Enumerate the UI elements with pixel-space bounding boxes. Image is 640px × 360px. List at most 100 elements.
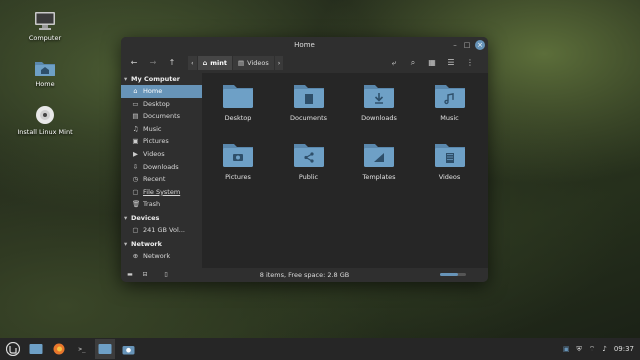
status-text: 8 items, Free space: 2.8 GB — [259, 271, 350, 279]
sidebar-item-label: Desktop — [143, 99, 170, 108]
document-icon: ▤ — [132, 112, 139, 121]
folder-downloads[interactable]: Downloads — [344, 82, 414, 122]
folder-icon — [98, 344, 112, 354]
folder-pictures[interactable]: Pictures — [203, 141, 273, 181]
disc-icon — [36, 106, 54, 124]
clock[interactable]: 09:37 — [614, 345, 634, 353]
folder-videos[interactable]: Videos — [415, 141, 485, 181]
folder-icon — [223, 85, 253, 108]
taskbar-files-button[interactable] — [26, 339, 46, 359]
mint-logo-icon — [6, 342, 20, 356]
sidebar-item-label: File System — [143, 187, 181, 196]
sidebar-item-pictures[interactable]: ▣ Pictures — [121, 135, 202, 148]
taskbar-firefox-button[interactable] — [49, 339, 69, 359]
taskbar-terminal-button[interactable]: >_ — [72, 339, 92, 359]
folder-icon — [29, 344, 43, 354]
home-icon: ⌂ — [133, 87, 138, 95]
sidebar-item-label: Pictures — [143, 137, 169, 146]
network-icon: ⊕ — [132, 251, 139, 260]
sidebar-item-network[interactable]: ⊕ Network — [121, 250, 202, 263]
terminal-icon: >_ — [78, 345, 86, 353]
sidebar-item-241-gb-vol[interactable]: ▢ 241 GB Vol... — [121, 224, 202, 237]
folder-templates[interactable]: Templates — [344, 141, 414, 181]
up-arrow-icon[interactable]: ↑ — [165, 56, 179, 70]
window-titlebar[interactable]: Home – □ × — [121, 37, 488, 53]
sidebar-item-label: Music — [143, 124, 162, 133]
chevron-down-icon: ▾ — [124, 75, 128, 83]
sidebar-item-desktop[interactable]: ▭ Desktop — [121, 98, 202, 111]
breadcrumb: ‹ ⌂ mint ▤ Videos › — [188, 56, 284, 70]
statusbar: ▬ ⊟ ▯ 8 items, Free space: 2.8 GB — [121, 268, 488, 282]
screenshot-tray-icon[interactable]: ▣ — [563, 345, 570, 353]
taskbar: >_ ▣ ⛨ ⌔ ♪ 09:37 — [0, 338, 640, 360]
volume-icon[interactable]: ♪ — [602, 345, 606, 353]
sidebar-item-file-system[interactable]: ▢ File System — [121, 186, 202, 199]
drive-icon: ▢ — [132, 225, 139, 234]
wifi-icon[interactable]: ⌔ — [589, 345, 596, 354]
folder-documents[interactable]: Documents — [274, 82, 344, 122]
folder-label: Pictures — [225, 173, 251, 181]
desktop-icon-computer[interactable]: Computer — [13, 11, 77, 42]
chevron-down-icon: ▾ — [124, 213, 128, 222]
search-icon[interactable]: ⌕ — [406, 56, 420, 70]
chevron-down-icon: ▾ — [124, 239, 128, 248]
taskbar-window-home[interactable] — [95, 339, 115, 359]
sidebar-item-home[interactable]: ⌂ Home — [121, 85, 202, 98]
sidebar-item-label: Videos — [143, 149, 165, 158]
maximize-icon[interactable]: □ — [462, 40, 472, 50]
folder-label: Public — [298, 173, 319, 181]
sidebar-section-header[interactable]: ▾ Devices — [121, 212, 202, 224]
folder-public[interactable]: Public — [274, 141, 344, 181]
breadcrumb-right-arrow-icon[interactable]: › — [274, 56, 284, 70]
clock-icon: ◷ — [132, 175, 139, 184]
folder-label: Documents — [289, 114, 328, 122]
trash-icon: 🗑 — [132, 200, 141, 209]
menu-button[interactable] — [3, 339, 23, 359]
list-view-icon[interactable]: ☰ — [444, 56, 458, 70]
music-icon: ♫ — [132, 124, 139, 133]
folder-label: Downloads — [361, 114, 397, 122]
minimize-icon[interactable]: – — [450, 40, 460, 50]
system-tray: ▣ ⛨ ⌔ ♪ 09:37 — [563, 345, 640, 354]
desktop-icon-label: Home — [35, 80, 55, 88]
sidebar-item-label: Trash — [143, 200, 161, 209]
sidebar-item-downloads[interactable]: ⇩ Downloads — [121, 161, 202, 174]
sidebar-item-videos[interactable]: ▶ Videos — [121, 148, 202, 161]
window-title: Home — [294, 41, 315, 49]
folder-desktop[interactable]: Desktop — [203, 82, 273, 122]
folder-icon — [434, 85, 465, 108]
compact-view-icon[interactable]: ⋮ — [463, 56, 477, 70]
folder-icon — [293, 85, 324, 108]
forward-arrow-icon[interactable]: → — [146, 56, 160, 70]
sidebar-item-music[interactable]: ♫ Music — [121, 123, 202, 136]
sidebar-item-recent[interactable]: ◷ Recent — [121, 173, 202, 186]
back-arrow-icon[interactable]: ← — [127, 56, 141, 70]
icon-view-icon[interactable]: ▦ — [425, 56, 439, 70]
desktop-icon-home[interactable]: Home — [13, 59, 77, 88]
sidebar-section-header[interactable]: ▾ Network — [121, 238, 202, 250]
computer-icon — [35, 12, 55, 30]
sidebar-section-header[interactable]: ▾ My Computer — [121, 73, 202, 85]
zoom-slider-fill — [440, 273, 459, 276]
taskbar-screenshot-button[interactable] — [118, 339, 138, 359]
sidebar-item-trash[interactable]: 🗑 Trash — [121, 198, 202, 211]
breadcrumb-mint[interactable]: ⌂ mint — [197, 56, 233, 70]
shield-icon[interactable]: ⛨ — [577, 345, 582, 354]
video-icon: ▶ — [133, 149, 138, 158]
breadcrumb-videos[interactable]: ▤ Videos — [233, 56, 274, 70]
film-icon: ▤ — [238, 59, 245, 67]
sidebar-item-documents[interactable]: ▤ Documents — [121, 110, 202, 123]
desktop-icon-install[interactable]: Install Linux Mint — [13, 105, 77, 136]
file-manager-window: Home – □ × ← → ↑ ‹ ⌂ mint ▤ Videos › ⤶ ⌕… — [121, 37, 488, 282]
close-icon[interactable]: × — [475, 40, 485, 50]
location-toggle-icon[interactable]: ⤶ — [387, 56, 401, 70]
folder-icon — [223, 144, 253, 167]
breadcrumb-left-arrow-icon[interactable]: ‹ — [188, 56, 197, 70]
folder-music[interactable]: Music — [415, 82, 485, 122]
sidebar-item-label: Home — [143, 87, 163, 95]
download-icon: ⇩ — [132, 162, 139, 171]
sidebar-item-label: 241 GB Vol... — [143, 225, 185, 234]
sidebar-item-label: Recent — [143, 175, 166, 184]
zoom-slider[interactable] — [440, 273, 466, 276]
firefox-icon — [53, 343, 65, 355]
